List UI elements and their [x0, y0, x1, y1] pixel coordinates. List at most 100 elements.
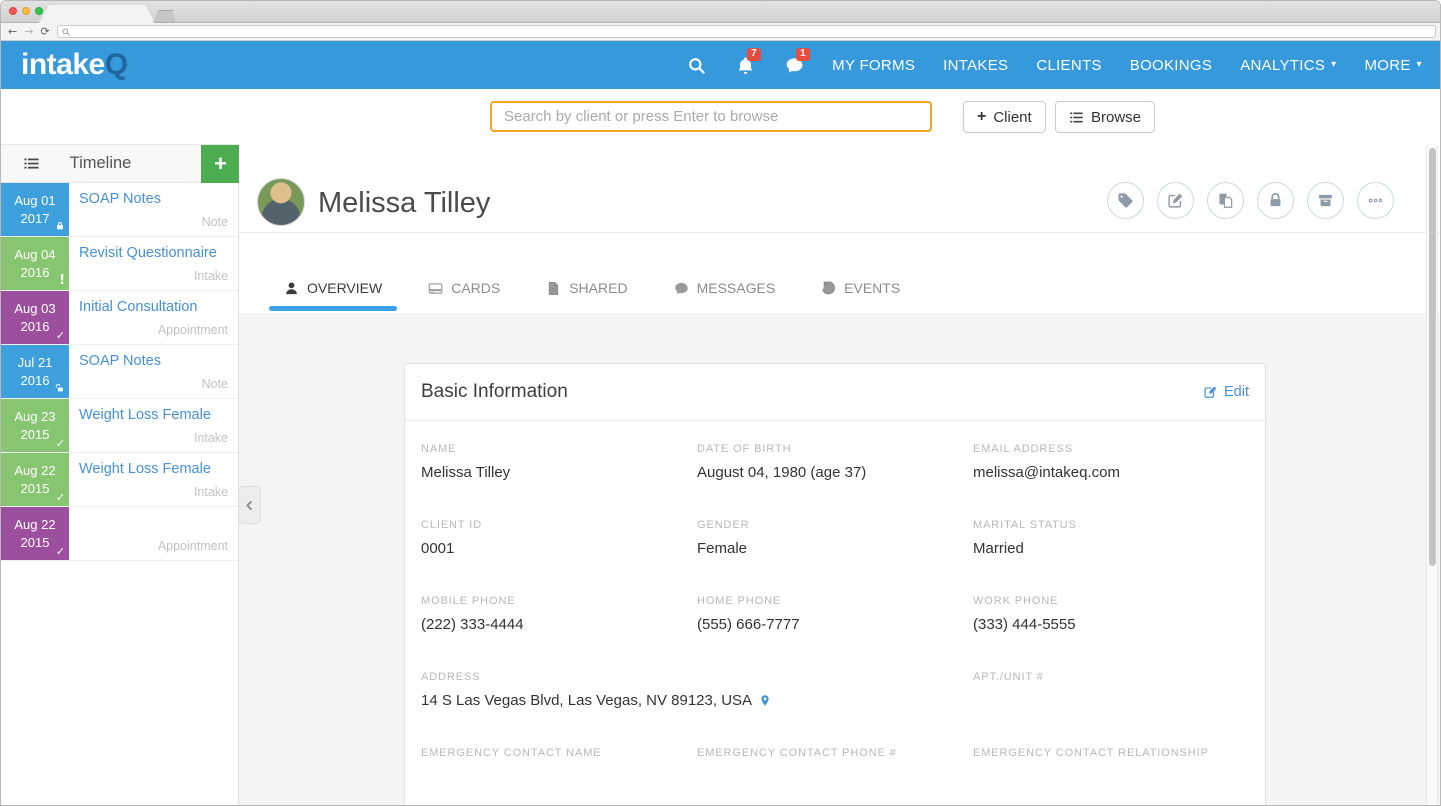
- lock-button[interactable]: [1257, 182, 1294, 219]
- browse-button[interactable]: Browse: [1055, 101, 1155, 133]
- close-window-button[interactable]: [9, 7, 17, 15]
- logo-text-q: Q: [105, 48, 128, 81]
- nav-my-forms[interactable]: MY FORMS: [832, 57, 915, 74]
- tab-events[interactable]: EVENTS: [806, 263, 915, 313]
- timeline-item-type: Appointment: [158, 323, 228, 337]
- nav-analytics[interactable]: ANALYTICS▾: [1240, 57, 1336, 74]
- tab-label: EVENTS: [844, 280, 900, 296]
- tab-messages[interactable]: MESSAGES: [659, 263, 791, 313]
- field-label: ADDRESS: [421, 671, 973, 683]
- minimize-window-button[interactable]: [22, 7, 30, 15]
- timeline-date: Aug 01: [1, 192, 69, 210]
- check-icon: ✓: [56, 546, 65, 557]
- check-icon: ✓: [56, 330, 65, 341]
- tab-shared[interactable]: SHARED: [531, 263, 642, 313]
- timeline-sidebar: Timeline + Aug 01 2017 SOAP Notes Note A…: [1, 144, 239, 806]
- field-value: (222) 333-4444: [421, 615, 697, 633]
- nav-bookings[interactable]: BOOKINGS: [1130, 57, 1212, 74]
- timeline-item[interactable]: Aug 03 2016 ✓ Initial Consultation Appoi…: [1, 291, 238, 345]
- timeline-item-type: Intake: [194, 485, 228, 499]
- field-mobile-phone: MOBILE PHONE (222) 333-4444: [421, 595, 697, 643]
- archive-button[interactable]: [1307, 182, 1344, 219]
- map-pin-icon[interactable]: [759, 693, 771, 708]
- field-label: MOBILE PHONE: [421, 595, 697, 607]
- field-value: (333) 444-5555: [973, 615, 1249, 633]
- messages-button[interactable]: 1: [785, 56, 804, 75]
- nav-more[interactable]: MORE ▾: [1364, 57, 1422, 74]
- timeline-item[interactable]: Aug 23 2015 ✓ Weight Loss Female Intake: [1, 399, 238, 453]
- reload-icon[interactable]: ⟳: [40, 26, 49, 37]
- nav-intakes[interactable]: INTAKES: [943, 57, 1008, 74]
- back-icon[interactable]: ←: [8, 26, 17, 37]
- tab-label: OVERVIEW: [307, 280, 382, 296]
- scrollbar-thumb[interactable]: [1429, 148, 1436, 566]
- global-search-button[interactable]: [687, 56, 706, 75]
- edit-icon: [1167, 192, 1184, 209]
- timeline-item[interactable]: Jul 21 2016 SOAP Notes Note: [1, 345, 238, 399]
- client-search-input[interactable]: [490, 101, 932, 132]
- edit-basic-info-link[interactable]: Edit: [1204, 384, 1249, 400]
- timeline-item[interactable]: Aug 22 2015 ✓ Appointment: [1, 507, 238, 561]
- nav-label: BOOKINGS: [1130, 57, 1212, 74]
- forward-icon[interactable]: →: [24, 26, 33, 37]
- add-client-label: Client: [993, 109, 1031, 126]
- field-value: (555) 666-7777: [697, 615, 973, 633]
- field-value: August 04, 1980 (age 37): [697, 463, 973, 481]
- duplicate-button[interactable]: [1207, 182, 1244, 219]
- timeline-item-title[interactable]: Initial Consultation: [79, 299, 198, 315]
- field-home-phone: HOME PHONE (555) 666-7777: [697, 595, 973, 643]
- tab-cards[interactable]: CARDS: [413, 263, 515, 313]
- field-value: 14 S Las Vegas Blvd, Las Vegas, NV 89123…: [421, 691, 973, 709]
- timeline-date-badge: Aug 23 2015 ✓: [1, 399, 69, 452]
- message-count-badge: 1: [796, 48, 810, 61]
- timeline-add-button[interactable]: +: [201, 145, 240, 183]
- scrollbar-track[interactable]: [1426, 144, 1438, 806]
- chevron-down-icon: ▾: [1417, 60, 1422, 70]
- timeline-item[interactable]: Aug 04 2016 ! Revisit Questionnaire Inta…: [1, 237, 238, 291]
- field-email: EMAIL ADDRESS melissa@intakeq.com: [973, 443, 1249, 491]
- timeline-header: Timeline +: [1, 144, 238, 183]
- timeline-item-type: Appointment: [158, 539, 228, 553]
- edit-button[interactable]: [1157, 182, 1194, 219]
- url-input[interactable]: [57, 25, 1436, 38]
- lock-icon: [1267, 192, 1284, 209]
- client-tabs: OVERVIEW CARDS SHARED MESSAGES EVENTS: [239, 233, 1440, 313]
- chevron-left-icon: [243, 499, 256, 512]
- client-avatar[interactable]: [257, 178, 305, 226]
- app-header: intakeQ 7 1 MY FORMS INTAKES CLIENTS BOO…: [1, 41, 1440, 89]
- browser-window: ← → ⟳ intakeQ 7 1 MY FORMS INTAKES CLIEN…: [0, 0, 1441, 806]
- more-button[interactable]: [1357, 182, 1394, 219]
- add-client-button[interactable]: + Client: [963, 101, 1046, 133]
- field-label: GENDER: [697, 519, 973, 531]
- timeline-item-title[interactable]: Weight Loss Female: [79, 407, 211, 423]
- sidebar-collapse-button[interactable]: [238, 486, 261, 524]
- field-label: WORK PHONE: [973, 595, 1249, 607]
- client-action-buttons: [1107, 182, 1394, 219]
- new-tab-button[interactable]: [153, 10, 175, 23]
- plus-icon: +: [977, 109, 986, 125]
- tag-button[interactable]: [1107, 182, 1144, 219]
- notifications-button[interactable]: 7: [736, 56, 755, 75]
- client-detail-panel: Melissa Tilley OVERVIEW CARDS: [239, 144, 1440, 806]
- basic-information-card: Basic Information Edit NAME Melissa Till…: [404, 363, 1266, 806]
- timeline-item-title[interactable]: Revisit Questionnaire: [79, 245, 217, 261]
- timeline-item-title[interactable]: SOAP Notes: [79, 191, 161, 207]
- tab-overview[interactable]: OVERVIEW: [269, 263, 397, 313]
- timeline-item[interactable]: Aug 01 2017 SOAP Notes Note: [1, 183, 238, 237]
- check-icon: ✓: [56, 492, 65, 503]
- client-toolbar: + Client Browse: [1, 89, 1440, 144]
- tab-label: CARDS: [451, 280, 500, 296]
- nav-label: CLIENTS: [1036, 57, 1101, 74]
- nav-clients[interactable]: CLIENTS: [1036, 57, 1101, 74]
- field-value: [697, 767, 973, 785]
- field-value: Married: [973, 539, 1249, 557]
- browser-tab[interactable]: [39, 5, 155, 23]
- timeline-item-title[interactable]: Weight Loss Female: [79, 461, 211, 477]
- nav-label: MORE: [1364, 57, 1410, 74]
- timeline-item[interactable]: Aug 22 2015 ✓ Weight Loss Female Intake: [1, 453, 238, 507]
- timeline-item-body: SOAP Notes Note: [69, 183, 238, 236]
- timeline-item-title[interactable]: SOAP Notes: [79, 353, 161, 369]
- zoom-window-button[interactable]: [35, 7, 43, 15]
- field-emergency-contact-phone: EMERGENCY CONTACT PHONE #: [697, 747, 973, 795]
- intakeq-logo[interactable]: intakeQ: [21, 50, 128, 80]
